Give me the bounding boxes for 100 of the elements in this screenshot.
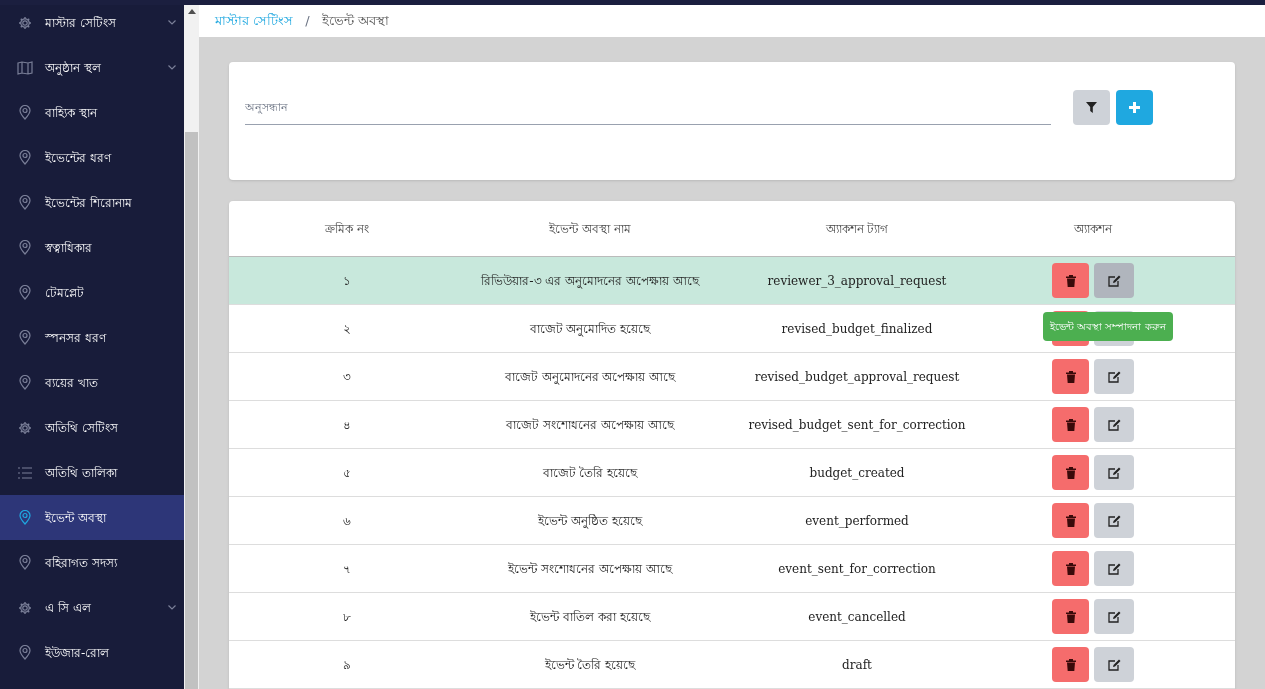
table-cell-text: ইভেন্ট সংশোধনের অপেক্ষায় আছে bbox=[507, 560, 674, 578]
table-row[interactable]: ৭ ইভেন্ট সংশোধনের অপেক্ষায় আছে event_sent_for_correction bbox=[229, 545, 1235, 593]
table-cell-text: বাজেট অনুমোদিত হয়েছে bbox=[528, 320, 652, 339]
location-pin-icon bbox=[19, 240, 31, 255]
plus-icon bbox=[1129, 102, 1140, 113]
table-row[interactable]: ৮ ইভেন্ট বাতিল করা হয়েছে event_cancelled bbox=[229, 593, 1235, 641]
location-pin-icon bbox=[19, 150, 31, 165]
table-cell-text: event_performed bbox=[804, 512, 910, 530]
sidebar-item[interactable]: অনুষ্ঠান স্থল bbox=[0, 45, 184, 90]
delete-button[interactable] bbox=[1052, 455, 1089, 490]
table-cell-text: ৯ bbox=[342, 656, 352, 674]
trash-icon bbox=[1065, 562, 1076, 575]
filter-button[interactable] bbox=[1073, 90, 1110, 125]
location-pin-icon bbox=[19, 195, 31, 210]
breadcrumb-separator: / bbox=[305, 12, 310, 31]
table-cell-text: রিভিউয়ার-৩ এর অনুমোদনের অপেক্ষায় আছে bbox=[480, 272, 701, 291]
edit-icon bbox=[1107, 274, 1121, 287]
trash-icon bbox=[1065, 418, 1076, 431]
table-row[interactable]: ৩ বাজেট অনুমোদনের অপেক্ষায় আছে revised_budget_approval_request bbox=[229, 353, 1235, 401]
edit-button[interactable] bbox=[1094, 263, 1134, 298]
table-cell-text: draft bbox=[841, 656, 873, 674]
delete-button[interactable] bbox=[1052, 647, 1089, 682]
sidebar-item[interactable]: বহিরাগত সদস্য bbox=[0, 540, 184, 585]
search-field[interactable]: অনুসন্ধান bbox=[245, 90, 1051, 125]
table-cell-text: event_cancelled bbox=[807, 608, 907, 626]
edit-icon bbox=[1107, 562, 1121, 575]
scroll-up-icon[interactable] bbox=[187, 9, 196, 14]
location-pin-icon bbox=[19, 510, 31, 525]
edit-icon bbox=[1107, 610, 1121, 623]
delete-button[interactable] bbox=[1052, 359, 1089, 394]
edit-button[interactable] bbox=[1094, 503, 1134, 538]
column-header: ইভেন্ট অবস্থা নাম bbox=[548, 220, 632, 238]
delete-button[interactable] bbox=[1052, 263, 1089, 298]
table-cell-text: ৪ bbox=[342, 416, 352, 434]
table-cell-text: revised_budget_sent_for_correction bbox=[747, 416, 967, 434]
filter-icon bbox=[1086, 102, 1097, 113]
table-cell-text: ২ bbox=[342, 320, 352, 338]
sidebar-item[interactable]: ইউজার-রোল bbox=[0, 630, 184, 675]
sidebar-item[interactable]: ইভেন্টের ধরণ bbox=[0, 135, 184, 180]
location-pin-icon bbox=[19, 375, 31, 390]
edit-button[interactable] bbox=[1094, 455, 1134, 490]
table-row[interactable]: ১ রিভিউয়ার-৩ এর অনুমোদনের অপেক্ষায় আছে reviewer_3_approval_request bbox=[229, 257, 1235, 305]
map-icon bbox=[17, 60, 33, 75]
location-pin-icon bbox=[19, 105, 31, 120]
edit-button[interactable] bbox=[1094, 647, 1134, 682]
sidebar-item[interactable]: স্বত্বাধিকার bbox=[0, 225, 184, 270]
edit-icon bbox=[1107, 466, 1121, 479]
sidebar-item[interactable]: বাহ্যিক স্থান bbox=[0, 90, 184, 135]
sidebar-item[interactable]: ইভেন্ট অবস্থা bbox=[0, 495, 184, 540]
gear-icon bbox=[18, 15, 32, 30]
table-cell-text: revised_budget_approval_request bbox=[753, 368, 961, 386]
table-cell-text: ৮ bbox=[342, 608, 352, 626]
delete-button[interactable] bbox=[1052, 407, 1089, 442]
delete-button[interactable] bbox=[1052, 599, 1089, 634]
table-cell-text: বাজেট তৈরি হয়েছে bbox=[541, 464, 639, 482]
location-pin-icon bbox=[19, 285, 31, 300]
table-cell-text: reviewer_3_approval_request bbox=[766, 272, 948, 290]
table-cell-text: ৭ bbox=[342, 560, 352, 578]
list-icon bbox=[18, 466, 32, 479]
scrollbar-thumb[interactable] bbox=[185, 132, 198, 689]
add-button[interactable] bbox=[1116, 90, 1153, 125]
delete-button[interactable] bbox=[1052, 503, 1089, 538]
edit-button[interactable] bbox=[1094, 551, 1134, 586]
table-cell-text: ইভেন্ট বাতিল করা হয়েছে bbox=[529, 608, 652, 626]
column-header: ক্রমিক নং bbox=[324, 220, 370, 238]
edit-icon bbox=[1107, 514, 1121, 527]
trash-icon bbox=[1065, 466, 1076, 479]
sidebar-item[interactable]: অতিথি সেটিংস bbox=[0, 405, 184, 450]
edit-button[interactable] bbox=[1094, 599, 1134, 634]
location-pin-icon bbox=[19, 645, 31, 660]
table-row[interactable]: ৫ বাজেট তৈরি হয়েছে budget_created bbox=[229, 449, 1235, 497]
table-row[interactable]: ২ বাজেট অনুমোদিত হয়েছে revised_budget_finalized ইভেন্ট অবস্থা সম্পাদনা করুন bbox=[229, 305, 1235, 353]
gear-icon bbox=[18, 600, 32, 615]
sidebar-item[interactable]: টেমপ্লেট bbox=[0, 270, 184, 315]
edit-button[interactable] bbox=[1094, 359, 1134, 394]
column-header: অ্যাকশন ট্যাগ bbox=[824, 220, 890, 238]
scrollbar[interactable] bbox=[184, 5, 199, 689]
column-header: অ্যাকশন bbox=[1073, 220, 1114, 238]
tooltip: ইভেন্ট অবস্থা সম্পাদনা করুন bbox=[1043, 312, 1173, 341]
table-row[interactable]: ৪ বাজেট সংশোধনের অপেক্ষায় আছে revised_budget_sent_for_correction bbox=[229, 401, 1235, 449]
breadcrumb-current: ইভেন্ট অবস্থা bbox=[321, 12, 389, 31]
table-cell-text: ৩ bbox=[342, 368, 352, 386]
sidebar-item[interactable]: মাস্টার সেটিংস bbox=[0, 5, 184, 45]
edit-button[interactable] bbox=[1094, 407, 1134, 442]
sidebar-item[interactable]: স্পনসর ধরণ bbox=[0, 315, 184, 360]
table-cell-text: ইভেন্ট অনুষ্ঠিত হয়েছে bbox=[537, 512, 644, 531]
table-row[interactable]: ৬ ইভেন্ট অনুষ্ঠিত হয়েছে event_performed bbox=[229, 497, 1235, 545]
sidebar-item[interactable]: ব্যয়ের খাত bbox=[0, 360, 184, 405]
table-cell-text: ৫ bbox=[342, 464, 352, 482]
table-cell-text: বাজেট অনুমোদনের অপেক্ষায় আছে bbox=[503, 368, 677, 387]
delete-button[interactable] bbox=[1052, 551, 1089, 586]
trash-icon bbox=[1065, 274, 1076, 287]
sidebar-item[interactable]: অতিথি তালিকা bbox=[0, 450, 184, 495]
table-cell-text: ৬ bbox=[342, 512, 352, 530]
table-cell-text: ১ bbox=[342, 272, 352, 290]
gear-icon bbox=[18, 420, 32, 435]
sidebar-item[interactable]: ইভেন্টের শিরোনাম bbox=[0, 180, 184, 225]
sidebar-item[interactable]: এ সি এল bbox=[0, 585, 184, 630]
table-row[interactable]: ৯ ইভেন্ট তৈরি হয়েছে draft bbox=[229, 641, 1235, 689]
edit-icon bbox=[1107, 370, 1121, 383]
